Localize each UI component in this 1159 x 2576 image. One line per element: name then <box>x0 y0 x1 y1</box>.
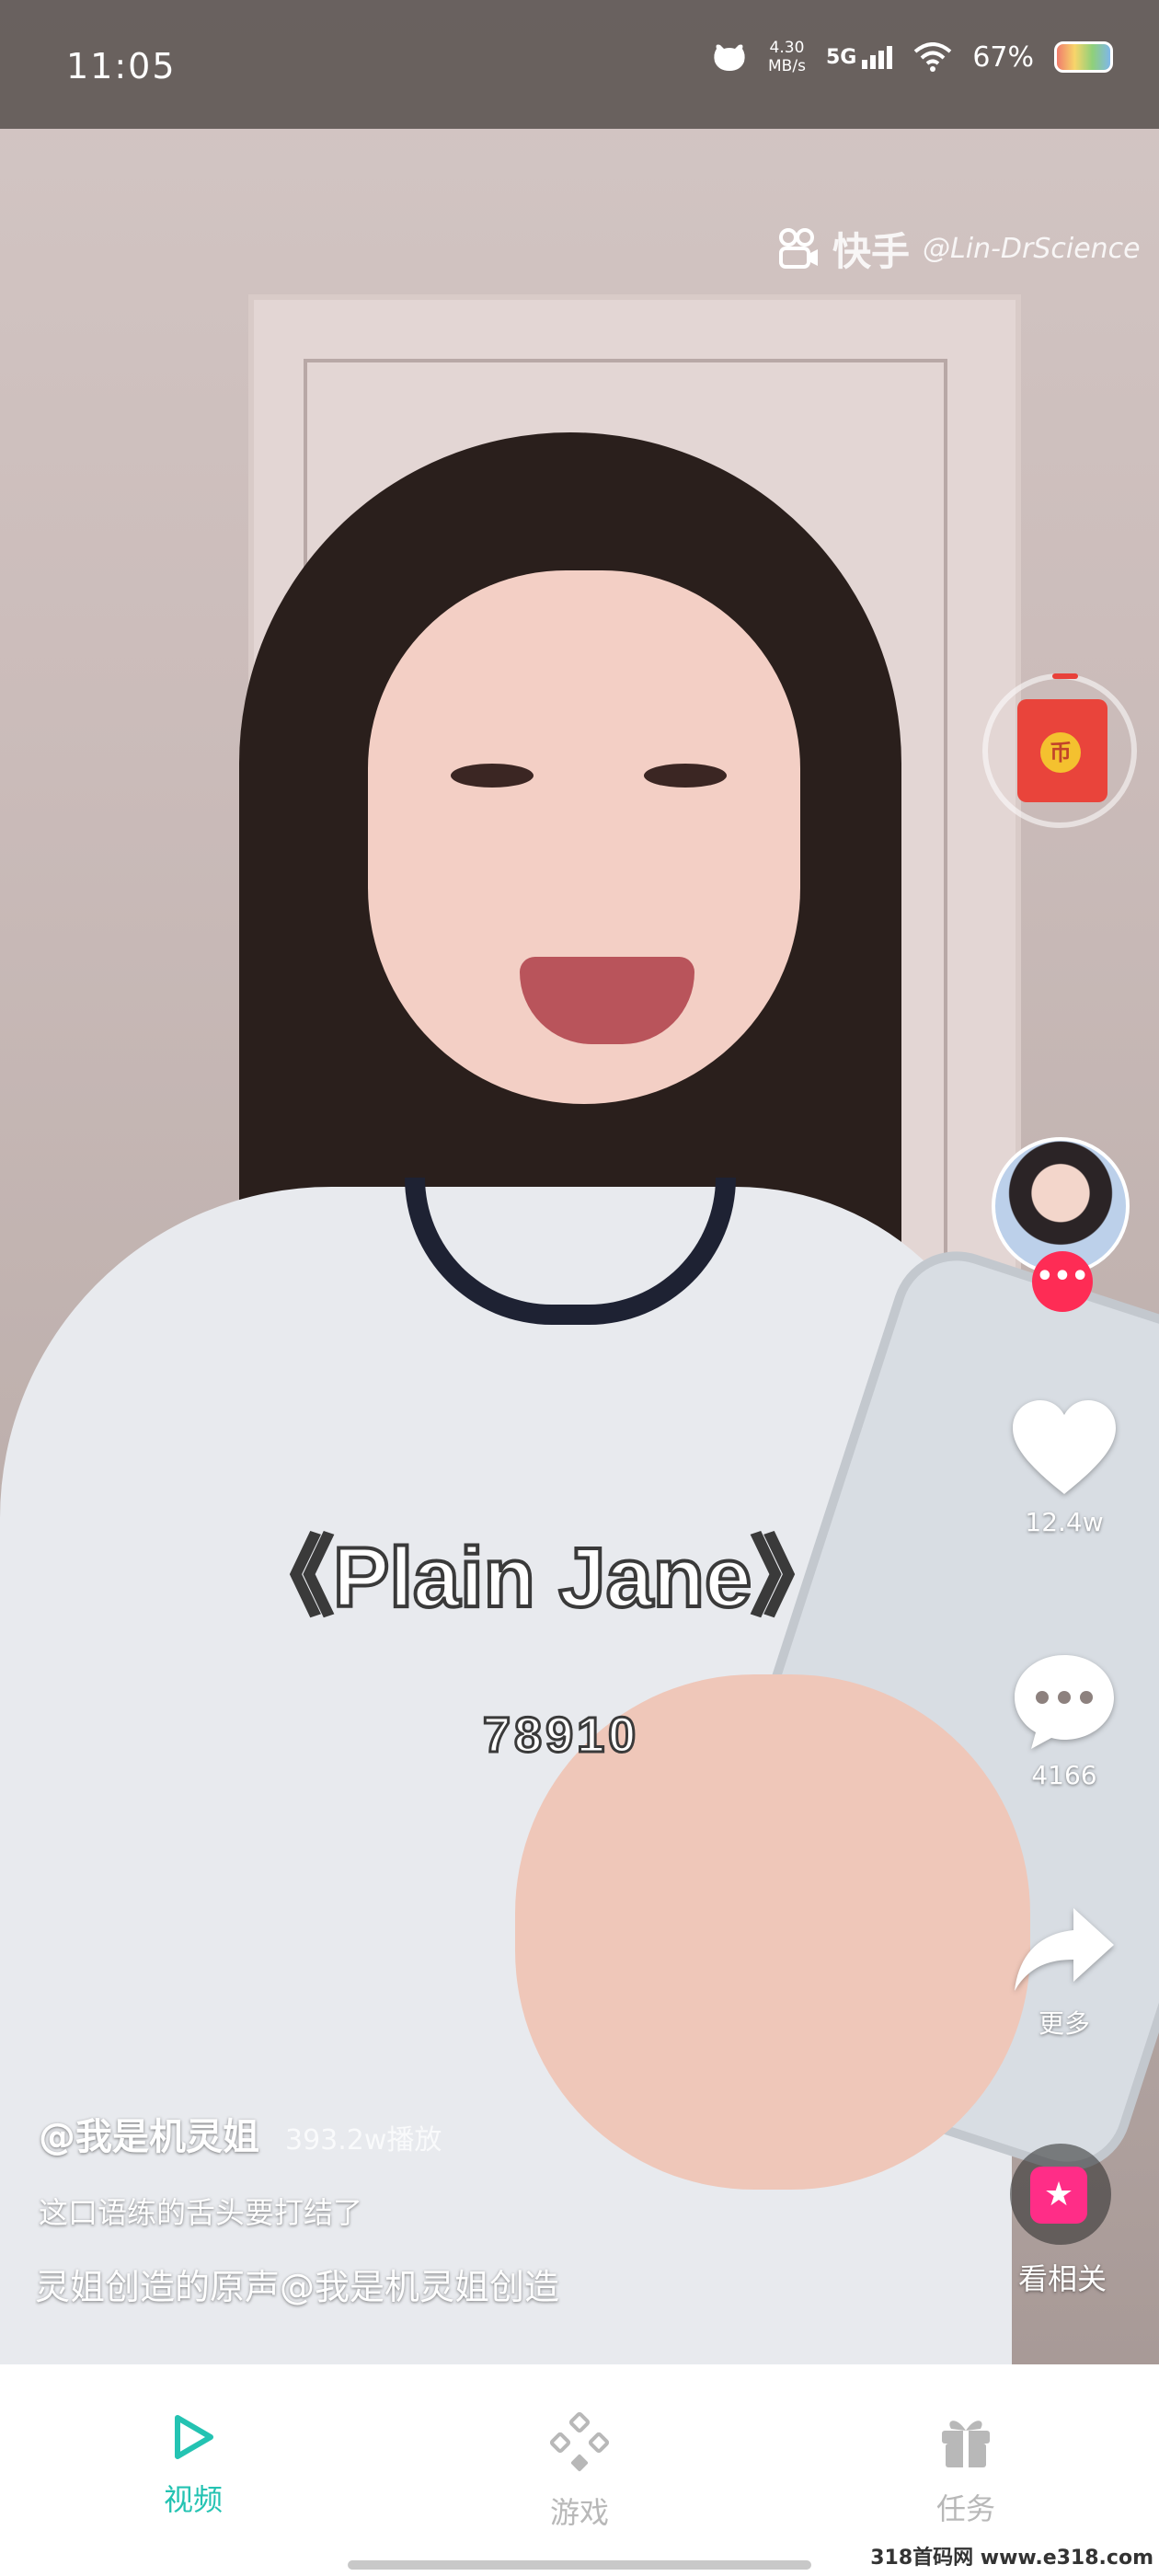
video-player[interactable]: 《Plain Jane》 78910 <box>0 0 1159 2364</box>
play-count: 393.2w播放 <box>285 2124 442 2156</box>
status-icons: 4.30 MB/s 5G 67% <box>711 39 1113 75</box>
like-button[interactable]: 12.4w <box>991 1398 1138 1537</box>
like-count: 12.4w <box>1025 1507 1104 1537</box>
coin-icon: 币 <box>1040 732 1081 773</box>
net-speed-unit: MB/s <box>768 57 806 75</box>
gamepad-icon <box>549 2412 610 2472</box>
watermark-brand: 快手 <box>832 229 911 274</box>
wifi-icon <box>914 42 952 72</box>
video-overlay-title: 《Plain Jane》 <box>247 1529 838 1627</box>
status-time: 11:05 <box>66 46 177 86</box>
heart-icon <box>1013 1400 1116 1494</box>
share-arrow-icon <box>1015 1908 1114 1991</box>
nav-label-games: 游戏 <box>549 2495 609 2530</box>
signal-indicator: 5G <box>826 45 893 69</box>
net-speed-value: 4.30 <box>769 39 805 57</box>
comment-icon <box>1015 1655 1114 1749</box>
nav-label-video: 视频 <box>163 2482 223 2517</box>
network-type: 5G <box>825 46 857 69</box>
kuaishou-logo-icon <box>779 227 818 269</box>
app-notification-icon <box>714 44 745 71</box>
signal-bars-icon <box>862 46 893 69</box>
author-row: @我是机灵姐 393.2w播放 <box>39 2107 442 2160</box>
gift-icon <box>942 2421 990 2467</box>
status-bar: 11:05 4.30 MB/s 5G 67% <box>0 0 1159 129</box>
battery-icon <box>1054 41 1113 73</box>
share-label: 更多 <box>1038 2008 1090 2039</box>
nav-item-video[interactable]: 视频 <box>101 2412 285 2519</box>
nav-label-tasks: 任务 <box>935 2491 995 2526</box>
net-speed: 4.30 MB/s <box>768 39 806 75</box>
comment-count: 4166 <box>1031 1760 1097 1790</box>
person-eye-right <box>644 764 727 788</box>
play-icon <box>175 2415 213 2459</box>
nav-item-games[interactable]: 游戏 <box>488 2412 671 2532</box>
related-label: 看相关 <box>1017 2261 1107 2296</box>
star-icon: ★ <box>1030 2167 1087 2224</box>
watermark-user: @Lin-DrScience <box>923 233 1141 265</box>
person-eye-left <box>451 764 534 788</box>
video-caption[interactable]: 这口语练的舌头要打结了 <box>39 2190 362 2232</box>
kuaishou-watermark: 快手 @Lin-DrScience <box>777 221 1141 277</box>
comment-button[interactable]: 4166 <box>991 1651 1138 1790</box>
music-marquee[interactable]: 灵姐创造的原声@我是机灵姐创造 <box>35 2259 679 2309</box>
nav-item-tasks[interactable]: 任务 <box>874 2412 1058 2528</box>
battery-percent: 67% <box>972 40 1034 74</box>
site-watermark: 318首码网 www.e318.com <box>870 2547 1153 2570</box>
follow-button[interactable]: ••• <box>1032 1251 1093 1312</box>
share-button[interactable]: 更多 <box>991 1904 1138 2041</box>
video-overlay-numbers: 78910 <box>481 1707 640 1765</box>
home-indicator[interactable] <box>348 2560 811 2570</box>
author-name[interactable]: @我是机灵姐 <box>39 2107 259 2160</box>
